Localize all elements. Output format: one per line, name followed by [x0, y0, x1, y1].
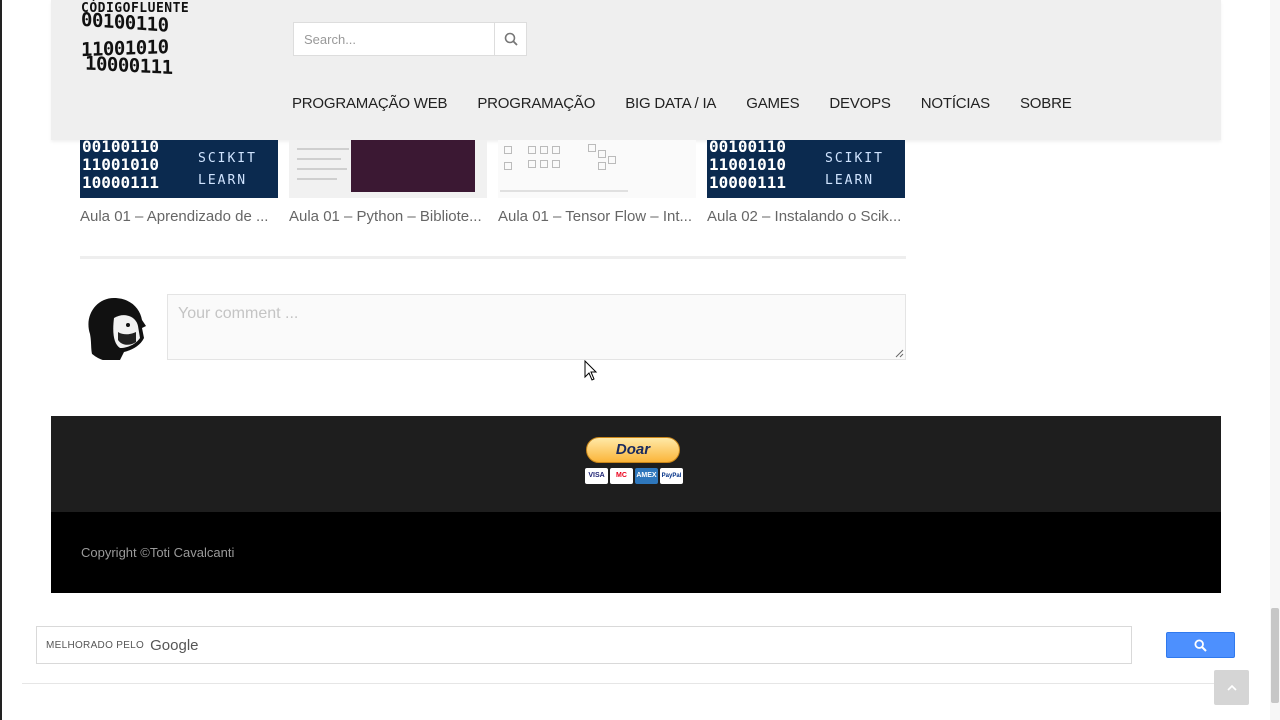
thumbnail-terminal	[351, 140, 475, 192]
scrollbar-thumb[interactable]	[1271, 608, 1279, 703]
related-post-thumbnail[interactable]	[498, 140, 696, 198]
visa-card-icon: VISA	[585, 468, 608, 484]
thumbnail-scikit-learn: SCIKIT LEARN	[198, 148, 257, 192]
main-nav: PROGRAMAÇÃO WEB PROGRAMAÇÃO BIG DATA / I…	[277, 88, 1087, 118]
thumbnail-cell	[608, 156, 616, 164]
related-post[interactable]: 00100110 11001010 10000111 SCIKIT LEARN …	[80, 140, 278, 225]
related-posts: 00100110 11001010 10000111 SCIKIT LEARN …	[80, 140, 910, 230]
nav-item-devops[interactable]: DEVOPS	[814, 95, 905, 112]
payment-cards: VISA MC AMEX PayPal	[585, 468, 683, 484]
google-search-input[interactable]: MELHORADO PELO Google	[36, 626, 1132, 664]
thumbnail-scikit-learn: SCIKIT LEARN	[825, 148, 884, 192]
related-post[interactable]: Aula 01 – Python – Bibliote...	[289, 140, 487, 225]
thumbnail-cell	[540, 160, 548, 168]
thumbnail-binary-line: 10000111	[709, 173, 787, 192]
avatar	[80, 294, 148, 362]
comment-input[interactable]	[167, 294, 906, 360]
thumbnail-line	[297, 178, 337, 180]
nav-item-games[interactable]: GAMES	[731, 95, 814, 112]
thumbnail-learn: LEARN	[825, 173, 875, 188]
chevron-up-icon	[1226, 684, 1237, 691]
nav-item-programacao[interactable]: PROGRAMAÇÃO	[462, 95, 610, 112]
thumbnail-cell	[598, 150, 606, 158]
thumbnail-line	[500, 190, 628, 192]
thumbnail-cell	[540, 146, 548, 154]
site-search	[293, 22, 527, 56]
thumbnail-binary-line: 00100110	[82, 140, 160, 156]
related-post[interactable]: Aula 01 – Tensor Flow – Int...	[498, 140, 696, 225]
nav-item-sobre[interactable]: SOBRE	[1005, 95, 1087, 112]
thumbnail-cell	[528, 146, 536, 154]
thumbnail-line	[297, 148, 349, 150]
thumbnail-binary-line: 10000111	[82, 173, 160, 192]
thumbnail-line	[297, 168, 347, 170]
enhanced-by-label: MELHORADO PELO	[46, 639, 145, 651]
thumbnail-scikit: SCIKIT	[825, 151, 884, 166]
section-divider	[80, 256, 906, 259]
copyright-text: Copyright ©Toti Cavalcanti	[81, 545, 235, 560]
thumbnail-cell	[552, 160, 560, 168]
logo-binary: 00100110 11001010 10000111	[81, 9, 261, 79]
donate-section: Doar VISA MC AMEX PayPal	[51, 416, 1221, 512]
related-post-title[interactable]: Aula 01 – Python – Bibliote...	[289, 208, 487, 225]
thumbnail-binary-line: 00100110	[709, 140, 787, 156]
site-header: CÓDIGOFLUENTE 00100110 11001010 10000111…	[51, 0, 1221, 140]
thumbnail-binary: 00100110 11001010 10000111	[709, 140, 786, 192]
google-logo: Google	[150, 636, 199, 654]
search-icon	[504, 32, 518, 46]
related-post[interactable]: 00100110 11001010 10000111 SCIKIT LEARN …	[707, 140, 905, 225]
nav-item-programacao-web[interactable]: PROGRAMAÇÃO WEB	[277, 95, 462, 112]
related-post-thumbnail[interactable]	[289, 140, 487, 198]
thumbnail-cell	[504, 162, 512, 170]
thumbnail-cell	[528, 160, 536, 168]
nav-item-noticias[interactable]: NOTÍCIAS	[906, 95, 1005, 112]
thumbnail-line	[297, 158, 341, 160]
divider-line	[22, 683, 1232, 684]
thumbnail-learn: LEARN	[198, 173, 248, 188]
resize-handle-icon[interactable]	[895, 349, 904, 358]
related-post-title[interactable]: Aula 01 – Aprendizado de ...	[80, 208, 278, 225]
related-post-title[interactable]: Aula 01 – Tensor Flow – Int...	[498, 208, 696, 225]
thumbnail-cell	[504, 146, 512, 154]
copyright-section: Copyright ©Toti Cavalcanti	[51, 512, 1221, 593]
thumbnail-binary-line: 11001010	[82, 155, 160, 174]
amex-card-icon: AMEX	[635, 468, 658, 484]
site-logo[interactable]: CÓDIGOFLUENTE 00100110 11001010 10000111	[81, 2, 261, 86]
avatar-icon	[88, 298, 146, 360]
logo-binary-line: 10000111	[85, 52, 173, 80]
thumbnail-binary-line: 11001010	[709, 155, 787, 174]
thumbnail-binary: 00100110 11001010 10000111	[82, 140, 159, 192]
nav-item-big-data-ia[interactable]: BIG DATA / IA	[610, 95, 731, 112]
search-icon	[1194, 638, 1207, 652]
search-button[interactable]	[494, 23, 526, 55]
donate-button[interactable]: Doar	[586, 437, 680, 463]
thumbnail-scikit: SCIKIT	[198, 151, 257, 166]
scroll-to-top-button[interactable]	[1214, 670, 1249, 705]
thumbnail-cell	[588, 144, 596, 152]
paypal-icon: PayPal	[660, 468, 683, 484]
window-edge	[0, 0, 2, 720]
thumbnail-cell	[552, 146, 560, 154]
search-input[interactable]	[294, 23, 494, 55]
related-post-thumbnail[interactable]: 00100110 11001010 10000111 SCIKIT LEARN	[707, 140, 905, 198]
thumbnail-cell	[598, 162, 606, 170]
google-search-button[interactable]	[1166, 632, 1235, 658]
related-post-title[interactable]: Aula 02 – Instalando o Scik...	[707, 208, 905, 225]
related-post-thumbnail[interactable]: 00100110 11001010 10000111 SCIKIT LEARN	[80, 140, 278, 198]
mouse-cursor-icon	[584, 360, 598, 381]
mastercard-icon: MC	[610, 468, 633, 484]
